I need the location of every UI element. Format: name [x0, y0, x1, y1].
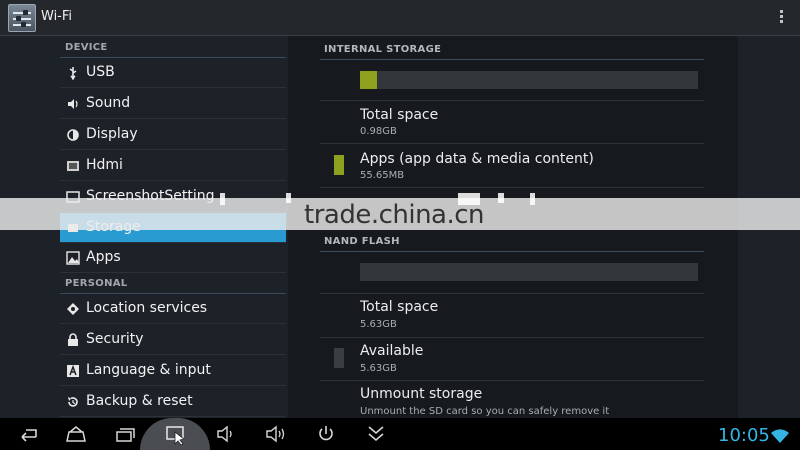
screen: Wi-Fi DEVICE USB Sound Display Hdmi Scre…: [0, 0, 800, 450]
brightness-icon: [67, 129, 79, 141]
row-divider: [320, 337, 704, 338]
screenshot-button[interactable]: [156, 418, 196, 450]
menu-item-label: Security: [86, 331, 144, 347]
speaker-icon: [68, 99, 78, 109]
pref-summary: 0.98GB: [360, 126, 397, 137]
header-divider: [320, 251, 704, 252]
volume-up-icon: [266, 425, 285, 443]
menu-item-label: Display: [86, 126, 138, 142]
menu-item-location-services[interactable]: Location services: [60, 294, 286, 324]
wifi-icon: [771, 429, 789, 443]
row-divider: [320, 187, 704, 188]
menu-item-backup-reset[interactable]: Backup & reset: [60, 387, 286, 417]
hdmi-icon: [67, 161, 79, 171]
menu-item-display[interactable]: Display: [60, 120, 286, 150]
menu-item-sound[interactable]: Sound: [60, 89, 286, 119]
apps-color-swatch: [334, 155, 344, 175]
pref-title: Apps (app data & media content): [360, 151, 594, 167]
usb-icon: [69, 67, 77, 80]
menu-item-security[interactable]: Security: [60, 325, 286, 355]
pref-title: Total space: [360, 299, 439, 315]
menu-item-label: Apps: [86, 249, 121, 265]
lock-icon: [68, 333, 78, 346]
menu-item-label: Language & input: [86, 362, 211, 378]
menu-item-apps[interactable]: Apps: [60, 243, 286, 273]
watermark-band: trade.china.cn: [0, 193, 800, 230]
available-color-swatch: [334, 348, 344, 368]
header-divider: [320, 59, 704, 60]
menu-item-usb[interactable]: USB: [60, 58, 286, 88]
pref-title: Unmount storage: [360, 386, 483, 402]
double-chevron-down-icon: [368, 426, 384, 442]
location-icon: [67, 303, 79, 315]
row-divider: [320, 293, 704, 294]
menu-item-label: Sound: [86, 95, 131, 111]
volume-down-button[interactable]: [206, 418, 246, 450]
home-icon: [66, 426, 86, 442]
power-icon: [319, 426, 333, 441]
nand-usage-bar: [360, 263, 698, 281]
backup-icon: [68, 397, 78, 407]
row-divider: [320, 100, 704, 101]
internal-storage-usage-bar: [360, 71, 698, 89]
volume-down-icon: [217, 425, 232, 443]
home-button[interactable]: [56, 418, 96, 450]
watermark-text: trade.china.cn: [304, 200, 485, 230]
recent-apps-button[interactable]: [106, 418, 146, 450]
back-icon: [21, 429, 37, 442]
menu-item-language-input[interactable]: Language & input: [60, 356, 286, 386]
row-divider: [320, 143, 704, 144]
menu-item-label: Location services: [86, 300, 208, 316]
pref-summary: 5.63GB: [360, 319, 397, 330]
menu-item-label: Backup & reset: [86, 393, 193, 409]
section-label-device: DEVICE: [65, 42, 108, 53]
menu-item-hdmi[interactable]: Hdmi: [60, 151, 286, 181]
pref-title: Available: [360, 343, 424, 359]
settings-app-icon[interactable]: [8, 4, 36, 32]
internal-storage-usage-fill: [360, 71, 377, 89]
volume-up-button[interactable]: [256, 418, 296, 450]
pref-title: Total space: [360, 107, 439, 123]
screenshot-icon: [166, 426, 185, 446]
internal-storage-header: INTERNAL STORAGE: [324, 44, 442, 55]
pref-summary: 55.65MB: [360, 170, 405, 181]
row-divider: [320, 380, 704, 381]
expand-button[interactable]: [356, 418, 396, 450]
nand-flash-header: NAND FLASH: [324, 236, 400, 247]
overflow-menu-icon[interactable]: [780, 10, 784, 26]
menu-item-label: Hdmi: [86, 157, 123, 173]
pref-summary: Unmount the SD card so you can safely re…: [360, 406, 610, 417]
action-bar: Wi-Fi: [0, 0, 800, 36]
pref-summary: 5.63GB: [360, 363, 397, 374]
apps-icon: [66, 251, 80, 265]
menu-item-label: USB: [86, 64, 115, 80]
keyboard-icon: [67, 364, 79, 377]
status-clock: 10:05: [718, 425, 770, 446]
section-label-personal: PERSONAL: [65, 278, 128, 289]
power-button[interactable]: [306, 418, 346, 450]
back-button[interactable]: [8, 418, 48, 450]
window-title: Wi-Fi: [41, 9, 73, 24]
recent-apps-icon: [116, 428, 135, 442]
